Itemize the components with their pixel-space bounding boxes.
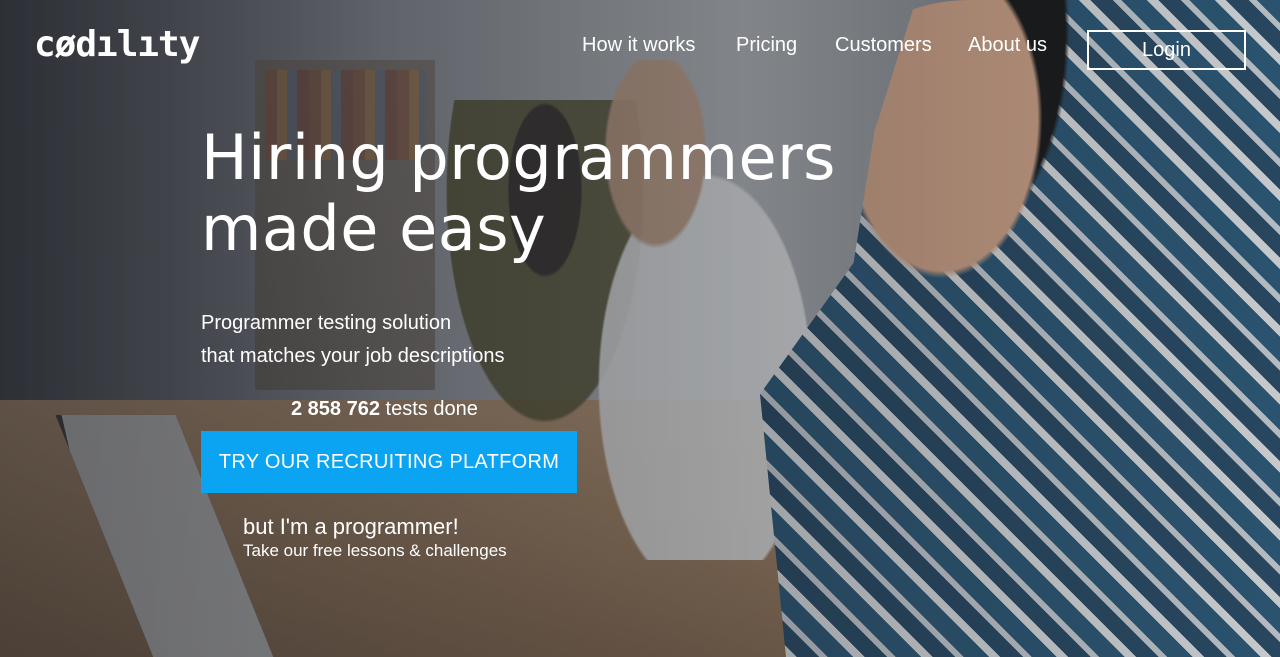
subline-1: Programmer testing solution: [201, 312, 452, 334]
tests-label: tests done: [385, 398, 478, 420]
try-recruiting-platform-button[interactable]: TRY OUR RECRUITING PLATFORM: [201, 431, 577, 493]
programmer-lessons-link[interactable]: Take our free lessons & challenges: [243, 541, 507, 561]
hero-section: cødılıty How it works Pricing Customers …: [0, 0, 1280, 657]
login-button[interactable]: Login: [1087, 30, 1246, 70]
background-photo: [0, 0, 1280, 657]
tests-counter: 2 858 762 tests done: [291, 398, 478, 421]
subline-2: that matches your job descriptions: [201, 345, 505, 367]
nav-customers[interactable]: Customers: [835, 34, 932, 57]
dark-overlay: [0, 0, 1280, 657]
tests-count: 2 858 762: [291, 398, 380, 420]
nav-about-us[interactable]: About us: [968, 34, 1047, 57]
headline-line-1: Hiring programmers: [201, 121, 836, 194]
nav-pricing[interactable]: Pricing: [736, 34, 797, 57]
headline-line-2: made easy: [201, 192, 547, 265]
nav-how-it-works[interactable]: How it works: [582, 34, 695, 57]
hero-headline: Hiring programmers made easy: [201, 122, 836, 264]
codility-logo[interactable]: cødılıty: [34, 24, 200, 65]
programmer-link[interactable]: but I'm a programmer!: [243, 514, 459, 540]
